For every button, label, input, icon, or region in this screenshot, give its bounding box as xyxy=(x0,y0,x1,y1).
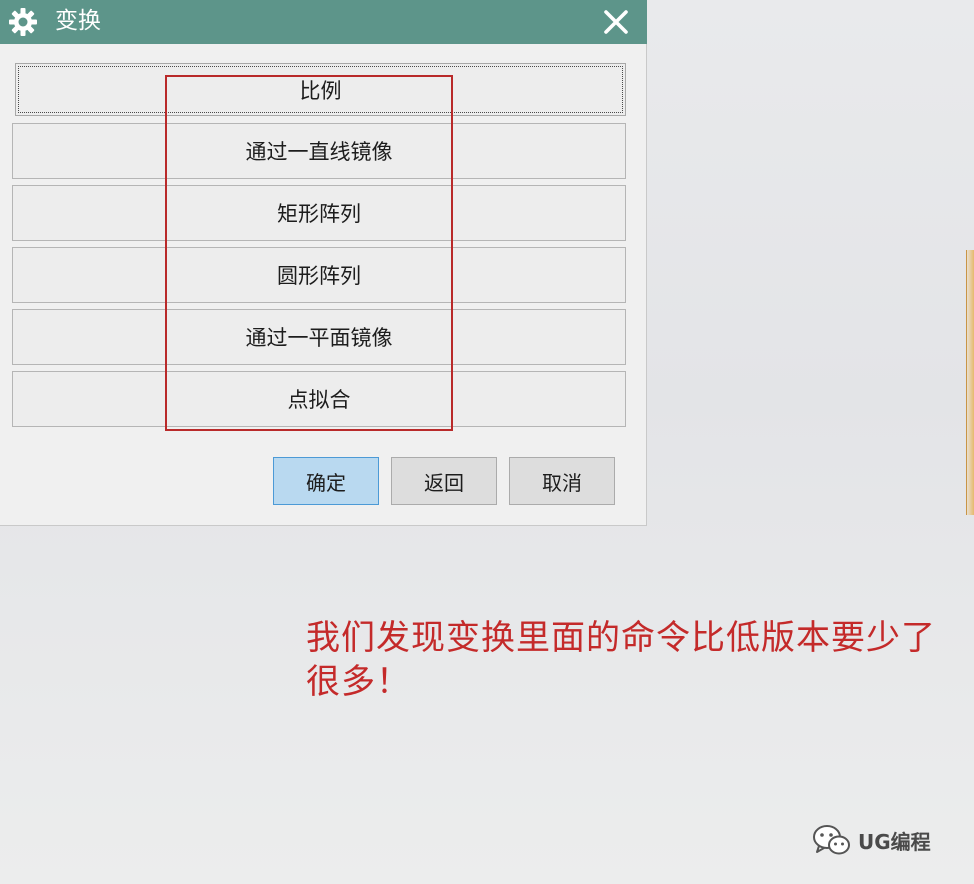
mirror-through-plane-button[interactable]: 通过一平面镜像 xyxy=(12,309,626,365)
transform-dialog: 变换 比例 通过一直线镜像 矩形阵列 圆形阵列 通过一平面镜像 点拟合 确定 返… xyxy=(0,0,647,526)
cancel-button[interactable]: 取消 xyxy=(509,457,615,505)
dialog-title: 变换 xyxy=(55,8,101,34)
back-button[interactable]: 返回 xyxy=(391,457,497,505)
wechat-icon xyxy=(813,825,850,855)
dialog-titlebar[interactable]: 变换 xyxy=(0,0,647,44)
ok-button[interactable]: 确定 xyxy=(273,457,379,505)
close-icon[interactable] xyxy=(600,6,632,38)
rectangular-array-button[interactable]: 矩形阵列 xyxy=(12,185,626,241)
scale-button[interactable]: 比例 xyxy=(15,63,626,116)
annotation-text: 我们发现变换里面的命令比低版本要少了很多！ xyxy=(306,618,936,702)
gear-icon xyxy=(9,8,37,36)
watermark-text: UG编程 xyxy=(858,829,931,854)
circular-array-button[interactable]: 圆形阵列 xyxy=(12,247,626,303)
mirror-through-line-button[interactable]: 通过一直线镜像 xyxy=(12,123,626,179)
point-fit-button[interactable]: 点拟合 xyxy=(12,371,626,427)
background-window-edge xyxy=(966,250,974,515)
watermark: UG编程 xyxy=(812,822,931,858)
